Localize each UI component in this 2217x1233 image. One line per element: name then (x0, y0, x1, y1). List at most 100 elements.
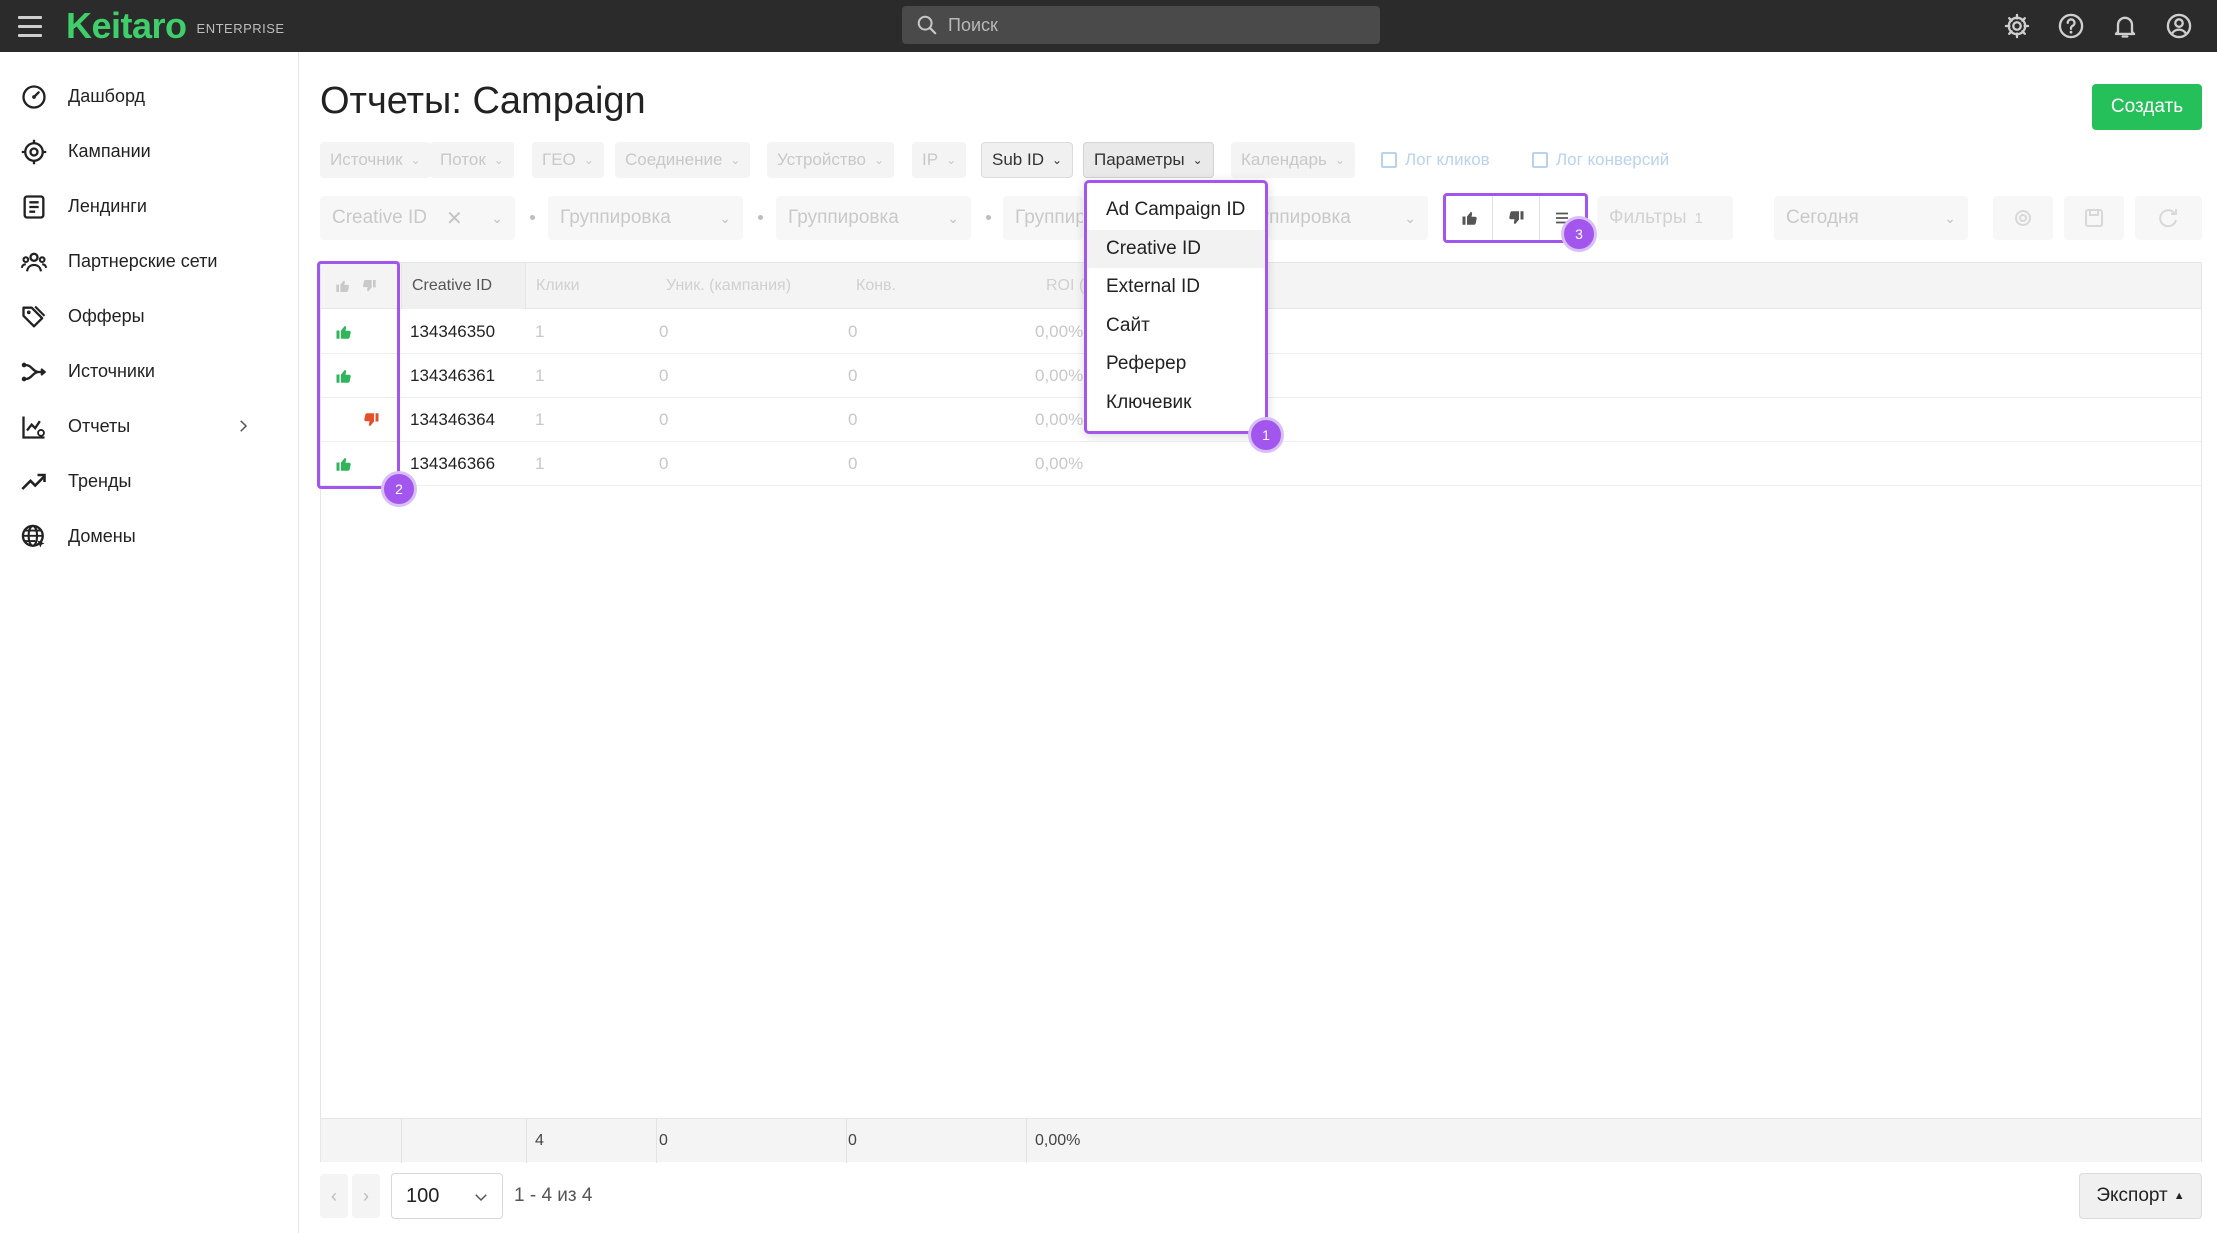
globe-icon (21, 524, 45, 547)
grouping-select-3[interactable]: Группировка ⌄ (776, 196, 971, 240)
grouping-select-5[interactable]: Группировка ⌄ (1268, 196, 1428, 240)
group-separator (530, 215, 535, 220)
source-icon (21, 362, 47, 381)
dropdown-item-creative-id[interactable]: Creative ID (1087, 229, 1265, 268)
dropdown-item-ad-campaign-id[interactable]: Ad Campaign ID (1087, 191, 1265, 230)
chip-device[interactable]: Устройство ⌄ (767, 142, 894, 178)
conversion-log-link[interactable]: Лог конверсий (1532, 150, 1669, 170)
chip-source[interactable]: Источник ⌄ (320, 142, 431, 178)
click-log-link[interactable]: Лог кликов (1381, 150, 1490, 170)
next-page-button[interactable]: › (352, 1174, 380, 1218)
chevron-down-icon: ⌄ (493, 153, 504, 167)
conversions-cell: 0 (848, 410, 858, 429)
dropdown-item-referrer[interactable]: Реферер (1087, 345, 1265, 384)
caret-up-icon: ▲ (2173, 1190, 2185, 1202)
unique-cell: 0 (659, 454, 669, 473)
close-icon[interactable]: ✕ (446, 206, 463, 231)
dropdown-item-keyword[interactable]: Ключевик (1087, 384, 1265, 423)
app-logo[interactable]: Keitaro (66, 5, 187, 47)
chip-calendar[interactable]: Календарь ⌄ (1231, 142, 1355, 178)
help-icon[interactable] (2057, 12, 2085, 40)
sidebar-item-label: Источники (68, 361, 155, 381)
account-icon[interactable] (2165, 12, 2193, 40)
chip-geo[interactable]: ГЕО ⌄ (532, 142, 604, 178)
sidebar-item-dashboard[interactable]: Дашборд (0, 69, 298, 124)
chip-stream[interactable]: Поток ⌄ (430, 142, 514, 178)
column-header-conversions[interactable]: Конв. (846, 263, 1036, 309)
grouping-select-2[interactable]: Группировка ⌄ (548, 196, 743, 240)
sidebar-item-label: Кампании (68, 141, 151, 161)
column-header-creative-id[interactable]: Creative ID (401, 263, 526, 309)
chevron-down-icon: ⌄ (947, 210, 959, 226)
annotation-badge-3: 3 (1561, 216, 1597, 252)
chip-connection[interactable]: Соединение ⌄ (615, 142, 751, 178)
column-header-clicks[interactable]: Клики (526, 263, 656, 309)
sidebar-item-label: Офферы (68, 306, 145, 326)
sidebar-item-campaigns[interactable]: Кампании (0, 124, 298, 179)
date-range-select[interactable]: Сегодня ⌄ (1774, 196, 1968, 240)
chevron-down-icon: ⌄ (873, 153, 884, 167)
save-icon (2085, 209, 2103, 227)
sidebar-item-trends[interactable]: Тренды (0, 454, 298, 509)
sidebar-item-domains[interactable]: Домены (0, 509, 298, 564)
sidebar-item-landings[interactable]: Лендинги (0, 179, 298, 234)
conversions-cell: 0 (848, 454, 858, 473)
chevron-down-icon: ⌄ (1051, 153, 1063, 167)
creative-id-cell: 134346364 (410, 410, 496, 429)
chevron-left-icon: ‹ (331, 1185, 337, 1206)
prev-page-button[interactable]: ‹ (320, 1174, 348, 1218)
chevron-down-icon: ⌄ (491, 210, 503, 226)
sidebar-item-affiliate-networks[interactable]: Партнерские сети (0, 234, 298, 289)
save-report-button[interactable] (2064, 196, 2124, 240)
unique-cell: 0 (659, 322, 669, 341)
settings-button[interactable] (1993, 196, 2053, 240)
dashboard-icon (22, 84, 46, 109)
column-header-unique[interactable]: Уник. (кампания) (656, 263, 846, 309)
create-button[interactable]: Создать (2092, 84, 2202, 130)
sidebar-item-label: Дашборд (68, 86, 146, 106)
external-link-icon (1532, 152, 1548, 168)
tags-icon (22, 305, 46, 327)
chevron-right-icon: › (363, 1185, 369, 1206)
page-title: Отчеты: Campaign (320, 80, 646, 122)
annotation-badge-1: 1 (1248, 417, 1284, 453)
per-page-select[interactable]: 100 (391, 1173, 503, 1219)
clicks-cell: 1 (535, 454, 545, 473)
chip-ip[interactable]: IP ⌄ (912, 142, 967, 178)
sidebar-item-label: Партнерские сети (68, 251, 218, 271)
dropdown-item-external-id[interactable]: External ID (1087, 268, 1265, 307)
chevron-down-icon (475, 1194, 487, 1202)
group-separator (758, 215, 763, 220)
table-totals: 4 0 0 0,00% (321, 1118, 2201, 1163)
chevron-down-icon: ⌄ (946, 153, 957, 167)
chevron-down-icon: ⌄ (1944, 210, 1956, 226)
conversions-cell: 0 (848, 366, 858, 385)
search-box[interactable] (902, 6, 1380, 44)
refresh-button[interactable] (2135, 196, 2202, 240)
roi-cell: 0,00% (1035, 454, 1084, 473)
chevron-right-icon[interactable] (234, 417, 252, 435)
sidebar-item-offers[interactable]: Офферы (0, 289, 298, 344)
grouping-select-1[interactable]: Creative ID ✕ ⌄ (320, 196, 515, 240)
parameters-dropdown: Ad Campaign ID Creative ID External ID С… (1084, 180, 1268, 434)
sidebar: Дашборд Кампании Лендинги Партнерские се… (0, 52, 299, 1233)
filters-button[interactable]: Фильтры 1 (1597, 196, 1733, 240)
chip-parameters[interactable]: Параметры ⌄ (1083, 142, 1214, 178)
search-input[interactable] (948, 14, 1348, 36)
dropdown-item-site[interactable]: Сайт (1087, 307, 1265, 346)
highlight-vote-column (317, 261, 400, 489)
top-bar: Keitaro ENTERPRISE (0, 0, 2217, 52)
menu-icon[interactable] (18, 0, 52, 52)
document-icon (23, 194, 45, 219)
export-button[interactable]: Экспорт ▲ (2079, 1173, 2202, 1219)
grouping-select-4[interactable]: Группировка (1003, 196, 1083, 240)
chevron-down-icon: ⌄ (719, 210, 731, 226)
gear-icon[interactable] (2003, 12, 2031, 40)
chevron-down-icon: ⌄ (410, 153, 421, 167)
sidebar-item-sources[interactable]: Источники (0, 344, 298, 399)
trend-icon (21, 473, 46, 490)
chip-sub-id[interactable]: Sub ID ⌄ (981, 142, 1074, 178)
sidebar-item-reports[interactable]: Отчеты (0, 399, 298, 454)
bell-icon[interactable] (2111, 12, 2139, 40)
chevron-down-icon: ⌄ (1334, 153, 1345, 167)
